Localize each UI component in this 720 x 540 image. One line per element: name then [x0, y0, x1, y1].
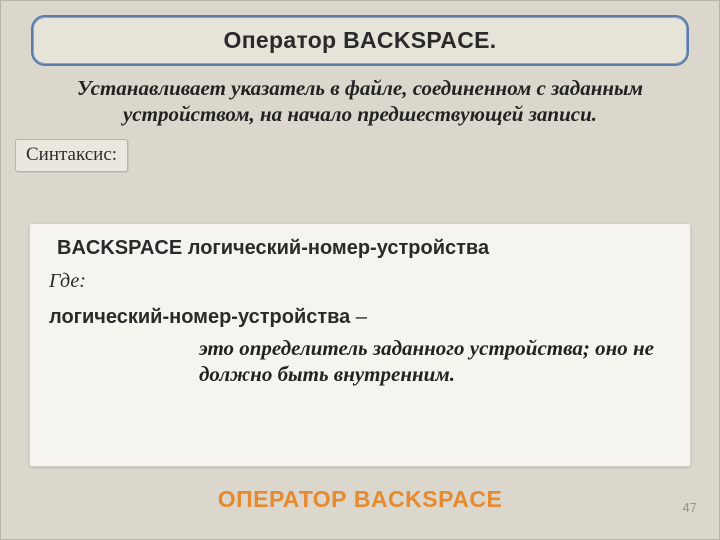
param-row: логический-номер-устройства –	[49, 303, 671, 329]
slide-title: Оператор BACKSPACE.	[49, 27, 671, 54]
param-name: логический-номер-устройства	[49, 306, 350, 328]
page-number: 47	[683, 500, 697, 515]
param-dash: –	[350, 303, 367, 328]
syntax-line: BACKSPACE логический-номер-устройства	[57, 237, 671, 260]
param-description: это определитель заданного устройства; о…	[199, 335, 671, 388]
title-box: Оператор BACKSPACE.	[31, 15, 689, 66]
syntax-label: Синтаксис:	[15, 139, 128, 172]
footer-title: ОПЕРАТОР BACKSPACE	[1, 486, 719, 513]
content-panel: BACKSPACE логический-номер-устройства Гд…	[29, 223, 691, 467]
where-label: Где:	[49, 270, 671, 293]
operator-description: Устанавливает указатель в файле, соедине…	[47, 76, 673, 127]
slide: Оператор BACKSPACE. Устанавливает указат…	[0, 0, 720, 540]
